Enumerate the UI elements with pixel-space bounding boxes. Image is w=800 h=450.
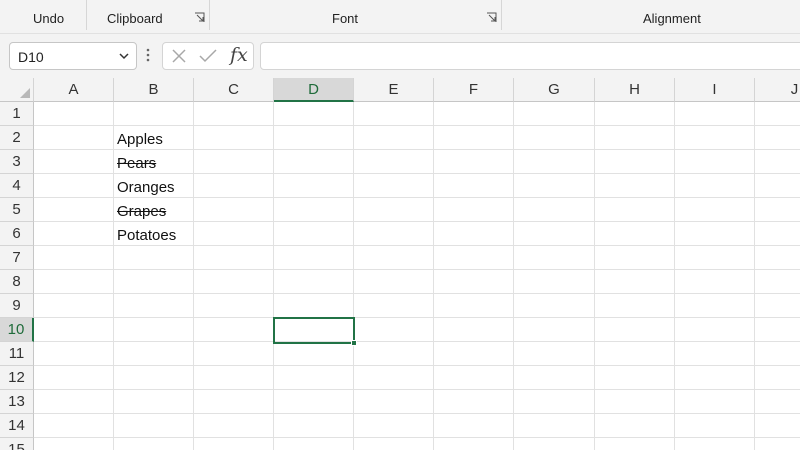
row-header-2[interactable]: 2	[0, 126, 34, 150]
sheet-row[interactable]	[34, 246, 800, 270]
column-header-h[interactable]: H	[595, 78, 675, 102]
column-header-b[interactable]: B	[114, 78, 194, 102]
enter-check-icon[interactable]	[199, 48, 217, 64]
row-header-12[interactable]: 12	[0, 366, 34, 390]
cell-b6[interactable]: Potatoes	[117, 224, 176, 248]
chevron-down-icon[interactable]	[118, 50, 130, 62]
select-all-button[interactable]	[0, 78, 34, 102]
insert-function-icon[interactable]: fx	[230, 44, 248, 66]
column-header-f[interactable]: F	[434, 78, 514, 102]
ribbon-separator	[501, 0, 502, 30]
spreadsheet-grid: A B C D E F G H I J 1 2 3 4 5 6 7 8 9 10…	[0, 78, 800, 450]
cell-b5[interactable]: Grapes	[117, 200, 166, 224]
column-header-i[interactable]: I	[675, 78, 755, 102]
column-gridline	[433, 102, 434, 450]
ribbon-group-font[interactable]: Font	[332, 11, 358, 26]
column-gridline	[353, 102, 354, 450]
fill-handle[interactable]	[351, 340, 357, 346]
name-box[interactable]: D10	[9, 42, 137, 70]
name-box-value: D10	[18, 49, 44, 65]
sheet-row[interactable]	[34, 366, 800, 390]
row-header-11[interactable]: 11	[0, 342, 34, 366]
column-gridline	[754, 102, 755, 450]
row-header-4[interactable]: 4	[0, 174, 34, 198]
sheet-row[interactable]	[34, 438, 800, 450]
formula-bar: D10 fx	[0, 34, 800, 78]
clipboard-dialog-launcher-icon[interactable]	[194, 12, 205, 23]
column-header-e[interactable]: E	[354, 78, 434, 102]
column-header-c[interactable]: C	[194, 78, 274, 102]
ribbon-group-clipboard[interactable]: Clipboard	[107, 11, 163, 26]
more-options-icon[interactable]	[146, 47, 150, 63]
column-header-j[interactable]: J	[755, 78, 800, 102]
sheet-row[interactable]	[34, 318, 800, 342]
column-header-g[interactable]: G	[514, 78, 595, 102]
row-header-15[interactable]: 15	[0, 438, 34, 450]
row-header-5[interactable]: 5	[0, 198, 34, 222]
ribbon: Undo Clipboard Font Alignment	[0, 0, 800, 34]
select-all-triangle-icon	[20, 88, 30, 98]
column-gridline	[513, 102, 514, 450]
ribbon-separator	[86, 0, 87, 30]
ribbon-group-alignment[interactable]: Alignment	[643, 11, 701, 26]
row-header-8[interactable]: 8	[0, 270, 34, 294]
column-gridline	[273, 102, 274, 450]
ribbon-group-undo[interactable]: Undo	[33, 11, 64, 26]
sheet-row[interactable]	[34, 270, 800, 294]
cancel-icon[interactable]	[171, 48, 187, 64]
cell-b2[interactable]: Apples	[117, 128, 163, 152]
active-cell-d10[interactable]	[273, 317, 355, 344]
row-header-14[interactable]: 14	[0, 414, 34, 438]
row-header-1[interactable]: 1	[0, 102, 34, 126]
column-gridline	[594, 102, 595, 450]
sheet-row[interactable]	[34, 414, 800, 438]
row-header-3[interactable]: 3	[0, 150, 34, 174]
ribbon-separator	[209, 0, 210, 30]
formula-buttons: fx	[162, 42, 254, 70]
row-header-7[interactable]: 7	[0, 246, 34, 270]
cell-b4[interactable]: Oranges	[117, 176, 175, 200]
sheet-row[interactable]	[34, 294, 800, 318]
column-gridline	[113, 102, 114, 450]
sheet-row[interactable]	[34, 390, 800, 414]
row-header-6[interactable]: 6	[0, 222, 34, 246]
row-header-10[interactable]: 10	[0, 318, 34, 342]
column-gridline	[674, 102, 675, 450]
formula-input[interactable]	[260, 42, 800, 70]
cell-b3[interactable]: Pears	[117, 152, 156, 176]
sheet-row[interactable]	[34, 342, 800, 366]
sheet-row[interactable]	[34, 102, 800, 126]
column-gridline	[193, 102, 194, 450]
row-header-13[interactable]: 13	[0, 390, 34, 414]
column-header-d[interactable]: D	[274, 78, 354, 102]
row-header-9[interactable]: 9	[0, 294, 34, 318]
column-header-a[interactable]: A	[34, 78, 114, 102]
font-dialog-launcher-icon[interactable]	[486, 12, 497, 23]
